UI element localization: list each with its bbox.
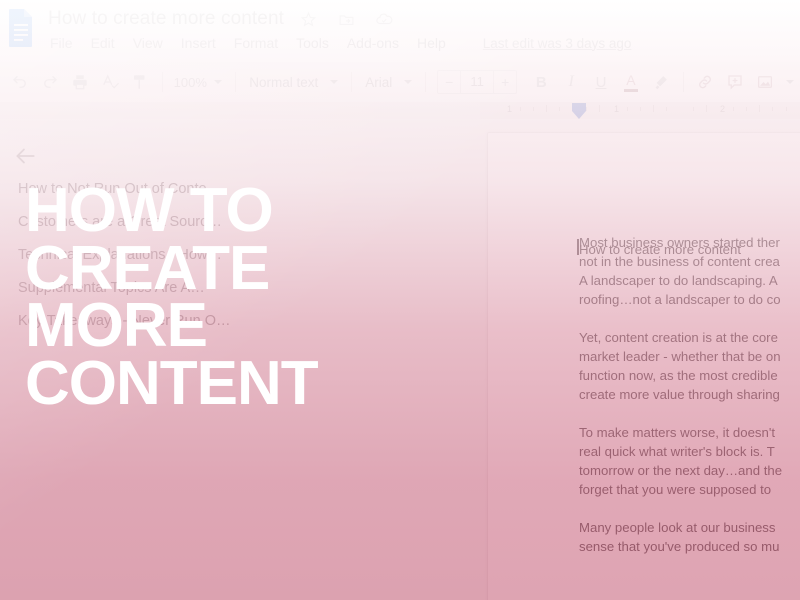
insert-image-chevron-down-icon[interactable] <box>786 80 795 84</box>
paragraph-style-value[interactable]: Normal text <box>243 75 324 90</box>
text-color-button[interactable]: A <box>618 68 644 96</box>
link-icon[interactable] <box>693 68 719 96</box>
font-size-stepper: − 11 + <box>437 70 518 94</box>
document-paragraph-2: To make matters worse, it doesn't real q… <box>579 425 783 497</box>
cloud-saved-icon[interactable] <box>370 8 398 30</box>
move-to-folder-icon[interactable] <box>332 8 360 30</box>
spellcheck-icon[interactable] <box>97 68 123 96</box>
outline-item-1[interactable]: Customers are a Great Sourc… <box>18 214 268 231</box>
highlighter-icon[interactable] <box>648 68 674 96</box>
google-docs-icon[interactable] <box>6 8 36 48</box>
text-color-swatch <box>623 88 638 92</box>
zoom-chevron-down-icon[interactable] <box>214 80 223 84</box>
outline-item-4[interactable]: Key Takeaways - Never Run O… <box>18 313 268 330</box>
title-bar: How to create more content File Edit Vie… <box>0 0 800 62</box>
paint-format-icon[interactable] <box>127 68 153 96</box>
google-docs-window: How to create more content File Edit Vie… <box>0 0 800 600</box>
ruler-number-1: 1 <box>507 104 513 114</box>
menu-tools[interactable]: Tools <box>287 35 338 51</box>
ruler-number-2: 1 <box>614 104 620 114</box>
bold-button[interactable]: B <box>528 68 554 96</box>
menu-format[interactable]: Format <box>225 35 287 51</box>
document-body[interactable]: Most business owners started ther not in… <box>579 233 800 575</box>
toolbar: 100% Normal text Arial − 11 + B I U A <box>0 62 800 102</box>
left-indent-triangle-icon[interactable] <box>572 111 586 119</box>
last-edit-link[interactable]: Last edit was 3 days ago <box>483 36 632 51</box>
font-size-increase-button[interactable]: + <box>494 71 516 93</box>
title-row: How to create more content <box>48 8 398 30</box>
outline-item-2[interactable]: Technical Explanations - How… <box>18 247 268 264</box>
text-color-indicator: A <box>623 71 638 92</box>
ruler[interactable]: 1 1 2 <box>0 102 800 119</box>
toolbar-separator <box>161 72 163 92</box>
menu-add-ons[interactable]: Add-ons <box>338 35 408 51</box>
print-icon[interactable] <box>67 68 93 96</box>
back-arrow-icon[interactable] <box>12 143 38 169</box>
add-comment-icon[interactable] <box>722 68 748 96</box>
paragraph-style-chevron-down-icon[interactable] <box>330 80 339 84</box>
redo-icon[interactable] <box>37 68 63 96</box>
document-page[interactable]: How to create more content Most business… <box>487 132 800 600</box>
document-paragraph-0: Most business owners started ther not in… <box>579 235 781 307</box>
zoom-value[interactable]: 100% <box>170 75 209 90</box>
toolbar-separator <box>351 72 353 92</box>
left-indent-marker[interactable] <box>572 103 586 111</box>
star-icon[interactable] <box>294 8 322 30</box>
insert-image-icon[interactable] <box>752 68 778 96</box>
document-paragraph-1: Yet, content creation is at the core mar… <box>579 330 781 402</box>
font-size-input[interactable]: 11 <box>460 71 495 93</box>
document-outline: How to Not Run Out of Conte… Customers a… <box>18 181 268 346</box>
menu-file[interactable]: File <box>48 35 82 51</box>
font-family-value[interactable]: Arial <box>359 75 398 90</box>
outline-item-0[interactable]: How to Not Run Out of Conte… <box>18 181 268 198</box>
workspace: How to Not Run Out of Conte… Customers a… <box>0 119 800 600</box>
undo-icon[interactable] <box>8 68 34 96</box>
menu-edit[interactable]: Edit <box>82 35 124 51</box>
menu-view[interactable]: View <box>124 35 172 51</box>
text-color-letter: A <box>626 71 636 88</box>
italic-button[interactable]: I <box>558 68 584 96</box>
outline-item-3[interactable]: Supplemental Topics Are A… <box>18 280 268 297</box>
menu-help[interactable]: Help <box>408 35 455 51</box>
toolbar-separator <box>235 72 237 92</box>
font-size-decrease-button[interactable]: − <box>438 71 460 93</box>
font-family-chevron-down-icon[interactable] <box>404 80 413 84</box>
google-docs-icon-svg <box>9 9 32 47</box>
document-title[interactable]: How to create more content <box>48 8 284 30</box>
toolbar-separator <box>682 72 684 92</box>
toolbar-separator <box>425 72 427 92</box>
menu-insert[interactable]: Insert <box>172 35 225 51</box>
document-paragraph-3: Many people look at our business sense t… <box>579 520 780 554</box>
ruler-number-3: 2 <box>720 104 726 114</box>
underline-button[interactable]: U <box>588 68 614 96</box>
menu-bar: File Edit View Insert Format Tools Add-o… <box>48 35 631 51</box>
